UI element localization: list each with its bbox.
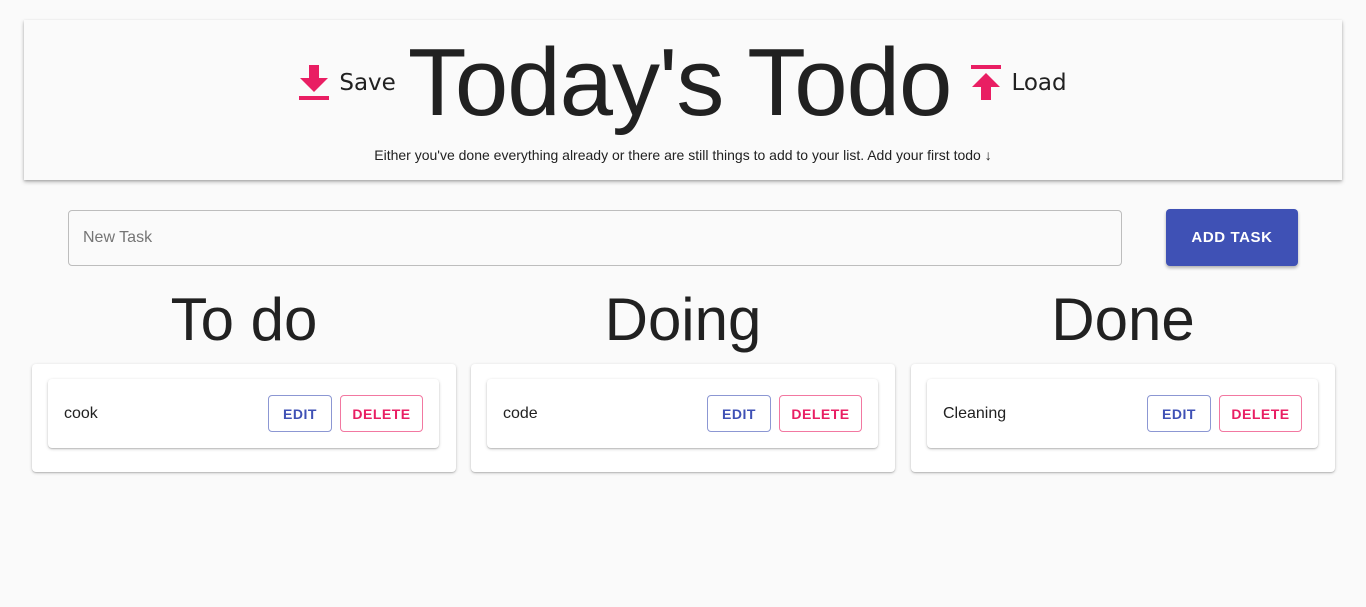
edit-button[interactable]: EDIT — [1147, 395, 1211, 432]
task-item: cook EDIT DELETE — [48, 379, 439, 448]
new-task-input[interactable] — [68, 210, 1122, 266]
delete-button[interactable]: DELETE — [1219, 395, 1302, 432]
edit-button[interactable]: EDIT — [268, 395, 332, 432]
task-item: code EDIT DELETE — [487, 379, 878, 448]
load-label: Load — [1011, 70, 1067, 96]
download-icon — [299, 65, 330, 101]
column-title: Done — [1051, 286, 1195, 353]
task-name: cook — [64, 404, 98, 422]
column-card: cook EDIT DELETE — [32, 364, 456, 472]
column-doing: Doing code EDIT DELETE — [471, 282, 895, 472]
delete-button[interactable]: DELETE — [779, 395, 862, 432]
add-task-button[interactable]: ADD TASK — [1166, 209, 1298, 266]
column-todo: To do cook EDIT DELETE — [32, 282, 456, 472]
column-title: Doing — [604, 286, 762, 353]
column-card: Cleaning EDIT DELETE — [911, 364, 1335, 472]
upload-icon — [971, 65, 1002, 101]
page-subtitle: Either you've done everything already or… — [374, 147, 992, 163]
page-title: Today's Todo — [407, 29, 953, 136]
delete-button[interactable]: DELETE — [340, 395, 423, 432]
load-button[interactable]: Load — [971, 65, 1067, 101]
task-name: code — [503, 404, 538, 422]
task-name: Cleaning — [943, 404, 1007, 422]
header-card: Save Today's Todo Load Either you've don… — [24, 20, 1342, 180]
task-item: Cleaning EDIT DELETE — [927, 379, 1318, 448]
save-label: Save — [339, 70, 396, 96]
edit-button[interactable]: EDIT — [707, 395, 771, 432]
title-row: Save Today's Todo Load — [24, 28, 1342, 138]
save-button[interactable]: Save — [299, 65, 396, 101]
column-card: code EDIT DELETE — [471, 364, 895, 472]
column-done: Done Cleaning EDIT DELETE — [911, 282, 1335, 472]
column-title: To do — [170, 286, 318, 353]
